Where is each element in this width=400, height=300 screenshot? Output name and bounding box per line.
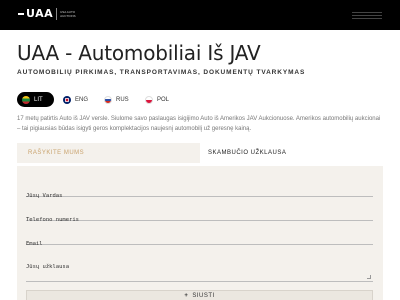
uk-flag-icon: [63, 95, 71, 104]
logo[interactable]: UAA USA AUTO AUCTIONS: [18, 7, 76, 20]
tab-call-request[interactable]: SKAMBUČIO UŽKLAUSA: [200, 143, 383, 163]
name-field[interactable]: Jūsų Vardas: [26, 184, 373, 199]
contact-tabs: RAŠYKITE MUMS SKAMBUČIO UŽKLAUSA: [17, 143, 383, 163]
name-field-label: Jūsų Vardas: [26, 193, 63, 199]
lang-label: ENG: [75, 96, 89, 103]
email-field-label: Email: [26, 241, 43, 247]
message-textarea[interactable]: Jūsų užklausa: [26, 255, 373, 282]
contact-form: Jūsų Vardas Telefono numeris Email Jūsų …: [17, 166, 383, 300]
phone-field-label: Telefono numeris: [26, 217, 79, 223]
logo-text: UAA: [26, 7, 54, 20]
russia-flag-icon: [104, 95, 112, 104]
lang-button-rus[interactable]: RUS: [99, 92, 136, 107]
submit-button[interactable]: + SIUSTI: [26, 290, 373, 300]
top-navbar: UAA USA AUTO AUCTIONS: [0, 0, 400, 30]
lang-label: POL: [157, 96, 170, 103]
page-subtitle: AUTOMOBILIŲ PIRKIMAS, TRANSPORTAVIMAS, D…: [17, 69, 306, 76]
lang-label: RUS: [116, 96, 129, 103]
logo-subtext: USA AUTO AUCTIONS: [60, 9, 76, 18]
logo-separator: [56, 7, 58, 20]
page-title: UAA - Automobiliai Iš JAV: [17, 41, 261, 65]
hamburger-icon[interactable]: [352, 10, 382, 20]
intro-description: 17 metų patirtis Auto iš JAV versle. Siu…: [17, 116, 381, 132]
message-field-label: Jūsų užklausa: [26, 264, 70, 270]
poland-flag-icon: [145, 95, 153, 104]
lang-label: LIT: [34, 96, 43, 103]
submit-label: SIUSTI: [192, 293, 215, 299]
language-switcher: LIT ENG RUS POL: [17, 92, 177, 107]
lang-button-eng[interactable]: ENG: [58, 92, 95, 107]
phone-field[interactable]: Telefono numeris: [26, 208, 373, 223]
resize-handle-icon[interactable]: [367, 275, 371, 279]
lang-button-pol[interactable]: POL: [140, 92, 177, 107]
tab-write-us[interactable]: RAŠYKITE MUMS: [17, 143, 200, 163]
lithuania-flag-icon: [22, 95, 30, 104]
lang-button-lit[interactable]: LIT: [17, 92, 54, 107]
email-field[interactable]: Email: [26, 232, 373, 247]
plus-icon: +: [184, 293, 189, 299]
logo-dash: [18, 12, 24, 15]
